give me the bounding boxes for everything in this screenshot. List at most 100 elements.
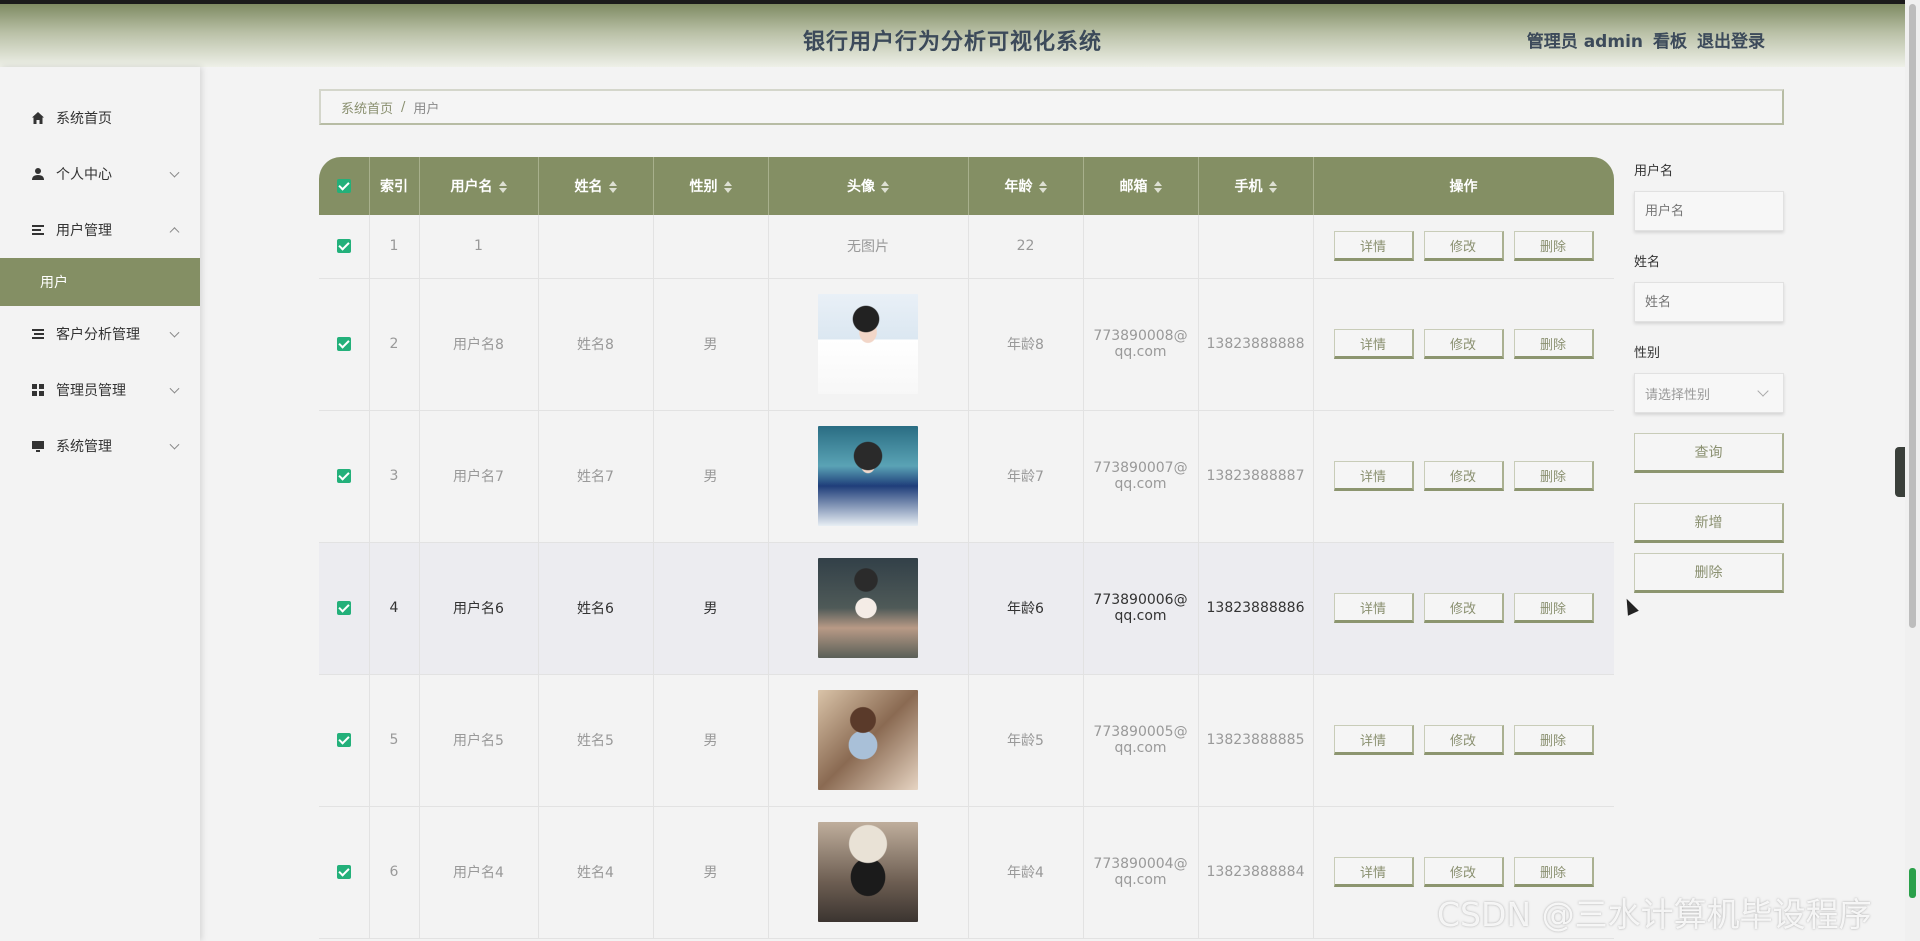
cell-phone	[1198, 215, 1314, 279]
detail-button[interactable]: 详情	[1333, 461, 1414, 491]
row-checkbox[interactable]	[319, 806, 370, 939]
sort-icon[interactable]	[608, 181, 617, 193]
cell-gender: 男	[653, 542, 769, 675]
mouse-cursor-icon	[1621, 596, 1639, 616]
row-checkbox[interactable]	[319, 542, 370, 675]
delete-button[interactable]: 删除	[1513, 593, 1594, 623]
avatar-image[interactable]	[818, 558, 918, 658]
cell-name: 姓名4	[538, 806, 654, 939]
page-scrollbar[interactable]	[1905, 0, 1920, 941]
column-header-phone[interactable]: 手机	[1198, 157, 1314, 215]
avatar-image[interactable]	[818, 690, 918, 790]
header-right: 管理员 admin 看板 退出登录	[1527, 27, 1765, 52]
sidebar-item-label: 个人中心	[56, 167, 112, 183]
sidebar-item-user-management[interactable]: 用户管理	[0, 202, 200, 258]
dashboard-link[interactable]: 看板	[1653, 27, 1687, 52]
column-header-age[interactable]: 年龄	[968, 157, 1084, 215]
sidebar-item-admin-management[interactable]: 管理员管理	[0, 362, 200, 418]
delete-button[interactable]: 删除	[1513, 461, 1594, 491]
edit-button[interactable]: 修改	[1423, 593, 1504, 623]
column-header-avatar[interactable]: 头像	[768, 157, 969, 215]
chevron-up-icon	[169, 227, 180, 238]
cell-avatar: 无图片	[768, 215, 969, 279]
grid-icon	[30, 382, 46, 398]
column-header-actions: 操作	[1313, 157, 1614, 215]
query-button[interactable]: 查询	[1634, 433, 1784, 473]
scroll-indicator	[1909, 868, 1916, 898]
cell-username: 用户名5	[419, 674, 539, 807]
detail-button[interactable]: 详情	[1333, 857, 1414, 887]
sidebar-item-customer-analysis[interactable]: 客户分析管理	[0, 306, 200, 362]
chevron-down-icon	[169, 327, 180, 338]
edit-button[interactable]: 修改	[1423, 329, 1504, 359]
delete-button[interactable]: 删除	[1513, 857, 1594, 887]
avatar-image[interactable]	[818, 426, 918, 526]
avatar-image[interactable]	[818, 822, 918, 922]
add-button[interactable]: 新增	[1634, 503, 1784, 543]
row-checkbox[interactable]	[319, 215, 370, 279]
scrollbar-thumb[interactable]	[1909, 4, 1916, 628]
delete-button[interactable]: 删除	[1513, 231, 1594, 262]
edit-button[interactable]: 修改	[1423, 857, 1504, 887]
delete-button[interactable]: 删除	[1513, 725, 1594, 755]
sidebar: 系统首页 个人中心 用户管理 用户 客户分析管理 管理员管理 系统管理	[0, 67, 200, 941]
sidebar-item-users[interactable]: 用户	[0, 258, 200, 306]
checkbox-icon	[336, 179, 351, 193]
detail-button[interactable]: 详情	[1333, 329, 1414, 359]
cell-name: 姓名8	[538, 278, 654, 411]
chevron-down-icon	[169, 439, 180, 450]
breadcrumb-home[interactable]: 系统首页	[341, 98, 393, 117]
avatar-image[interactable]	[818, 294, 918, 394]
edit-button[interactable]: 修改	[1423, 231, 1504, 262]
watermark: CSDN @三水计算机毕设程序	[1437, 895, 1872, 934]
select-all-checkbox[interactable]	[319, 157, 370, 215]
cell-index: 6	[369, 806, 420, 939]
admin-label: 管理员 admin	[1526, 32, 1643, 52]
column-header-email[interactable]: 邮箱	[1083, 157, 1199, 215]
detail-button[interactable]: 详情	[1333, 593, 1414, 623]
cell-username: 用户名8	[419, 278, 539, 411]
cell-username: 1	[419, 215, 539, 279]
sidebar-item-system-management[interactable]: 系统管理	[0, 418, 200, 474]
detail-button[interactable]: 详情	[1333, 725, 1414, 755]
delete-button[interactable]: 删除	[1513, 329, 1594, 359]
row-checkbox[interactable]	[319, 674, 370, 807]
sidebar-item-personal-center[interactable]: 个人中心	[0, 146, 200, 202]
column-header-name[interactable]: 姓名	[538, 157, 654, 215]
breadcrumb-current: 用户	[413, 101, 440, 117]
cell-age: 年龄4	[968, 806, 1084, 939]
edit-button[interactable]: 修改	[1423, 461, 1504, 491]
sidebar-item-label: 系统管理	[56, 439, 112, 455]
row-checkbox[interactable]	[319, 410, 370, 543]
home-icon	[30, 110, 46, 126]
sort-icon[interactable]	[1153, 181, 1162, 193]
cell-phone: 13823888887	[1198, 410, 1314, 543]
batch-delete-button[interactable]: 删除	[1634, 553, 1784, 593]
cell-gender: 男	[653, 806, 769, 939]
sort-icon[interactable]	[1038, 181, 1047, 193]
gender-select[interactable]: 请选择性别	[1634, 373, 1784, 413]
column-header-username[interactable]: 用户名	[419, 157, 539, 215]
checkbox-icon	[336, 733, 351, 747]
edit-button[interactable]: 修改	[1423, 725, 1504, 755]
cell-name: 姓名6	[538, 542, 654, 675]
cell-phone: 13823888888	[1198, 278, 1314, 411]
sort-icon[interactable]	[1268, 181, 1277, 193]
sort-icon[interactable]	[498, 181, 507, 193]
username-search-input[interactable]	[1634, 191, 1784, 231]
row-checkbox[interactable]	[319, 278, 370, 411]
chevron-down-icon	[169, 167, 180, 178]
column-header-gender[interactable]: 性别	[653, 157, 769, 215]
cell-index: 5	[369, 674, 420, 807]
cell-avatar	[768, 674, 969, 807]
cell-email	[1083, 215, 1199, 279]
cell-index: 1	[369, 215, 420, 279]
logout-link[interactable]: 退出登录	[1697, 27, 1765, 52]
sort-icon[interactable]	[723, 181, 732, 193]
name-label: 姓名	[1634, 255, 1661, 270]
sort-icon[interactable]	[881, 181, 889, 193]
detail-button[interactable]: 详情	[1333, 231, 1414, 262]
table-row: 5 用户名5 姓名5 男 年龄5 773890005@ qq.com 138238…	[319, 674, 1614, 807]
name-search-input[interactable]	[1634, 282, 1784, 322]
sidebar-item-home[interactable]: 系统首页	[0, 90, 200, 146]
